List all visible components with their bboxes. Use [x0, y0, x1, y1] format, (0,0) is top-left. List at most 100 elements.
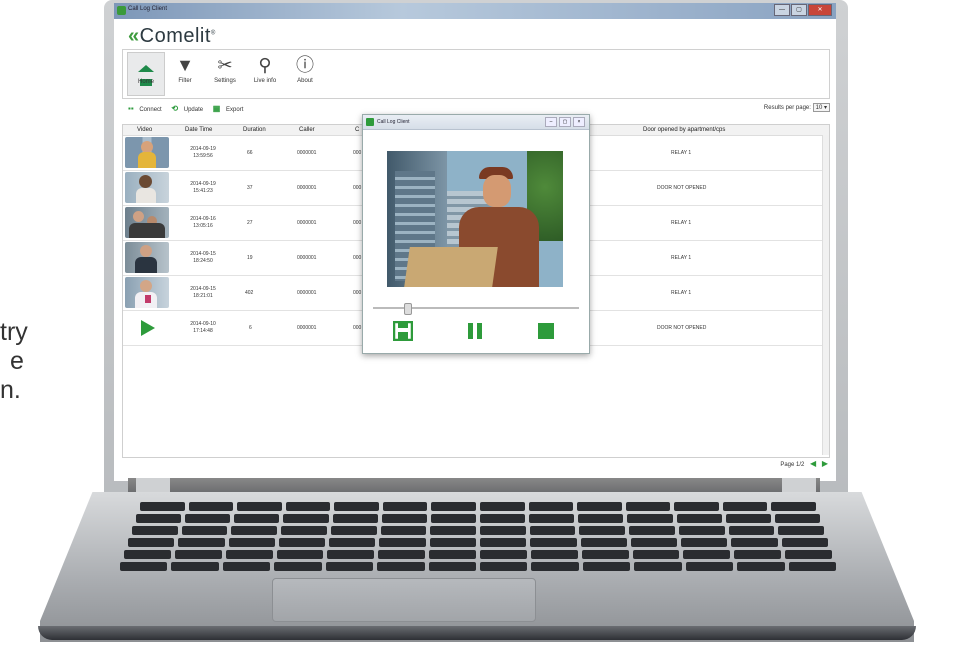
window-controls: — ▢ ✕ — [773, 4, 832, 16]
update-button[interactable]: ⟲ Update — [171, 104, 207, 113]
keyboard-key — [734, 550, 782, 559]
col-called[interactable]: C — [355, 127, 359, 133]
toolbar-settings-button[interactable]: ✂ Settings — [207, 52, 243, 94]
prev-page-arrow-icon[interactable]: ◀ — [810, 459, 816, 468]
toolbar-label: Live info — [253, 78, 277, 84]
play-icon — [141, 320, 155, 336]
keyboard-key — [430, 514, 476, 523]
keyboard-key — [283, 514, 329, 523]
keyboard-key — [278, 538, 326, 547]
keyboard-key — [334, 502, 379, 511]
popup-close-button[interactable]: × — [573, 117, 585, 127]
keyboard-key — [124, 550, 171, 559]
toolbar-live-info-button[interactable]: ⚲ Live info — [247, 52, 283, 94]
row-datetime: 2014-09-15 18:24:50 — [175, 251, 231, 265]
row-date: 2014-09-15 — [190, 286, 216, 292]
video-thumbnail[interactable] — [125, 172, 169, 203]
keyboard-key — [185, 514, 231, 523]
col-caller[interactable]: Caller — [299, 127, 315, 133]
main-toolbar: Home ▼ Filter ✂ Settings ⚲ Live info ⓘ A… — [122, 49, 830, 99]
minimize-button[interactable]: — — [774, 4, 790, 16]
row-time: 13:59:56 — [193, 153, 213, 159]
row-duration: 66 — [247, 150, 253, 156]
stop-button[interactable] — [537, 321, 555, 346]
save-video-button[interactable] — [392, 320, 414, 346]
keyboard-key — [678, 526, 725, 535]
video-thumbnail[interactable] — [125, 137, 169, 168]
keyboard-key — [382, 502, 428, 511]
window-title: Call Log Client — [128, 6, 168, 12]
keyboard-key — [630, 538, 678, 547]
video-thumbnail[interactable] — [125, 207, 169, 238]
toolbar-about-button[interactable]: ⓘ About — [287, 52, 323, 94]
keyboard-key — [529, 514, 575, 523]
col-door-opened[interactable]: Door opened by apartment/cps — [643, 127, 725, 133]
keyboard-key — [528, 502, 574, 511]
caption-line: try — [0, 318, 28, 346]
row-time: 18:21:01 — [193, 293, 213, 299]
keyboard-key — [128, 538, 175, 547]
keyboard-key — [381, 514, 427, 523]
toolbar-filter-button[interactable]: ▼ Filter — [167, 52, 203, 94]
keyboard-key — [480, 514, 526, 523]
video-frame — [387, 151, 563, 287]
keyboard-key — [429, 550, 476, 559]
row-duration: 19 — [247, 255, 253, 261]
keyboard-key — [731, 538, 778, 547]
results-per-page-select[interactable]: 10 ▾ — [812, 103, 830, 112]
laptop-trackpad — [272, 578, 536, 622]
keyboard-key — [228, 538, 275, 547]
connect-button[interactable]: ▪▪ Connect — [128, 104, 166, 113]
side-caption: try e n. — [0, 318, 28, 405]
row-datetime: 2014-09-15 18:21:01 — [175, 286, 231, 300]
logo-chevron-icon: « — [128, 25, 140, 47]
caption-line: e — [10, 347, 24, 375]
row-called: 000 — [353, 290, 362, 296]
keyboard-key — [379, 538, 426, 547]
keyboard-key — [332, 514, 378, 523]
video-play-button[interactable] — [125, 312, 169, 343]
pause-icon — [468, 323, 482, 339]
keyboard-key — [634, 562, 682, 571]
keyboard-key — [174, 550, 222, 559]
popup-titlebar: Call Log Client – ▢ × — [363, 115, 589, 130]
keyboard-key — [582, 562, 631, 571]
row-caller: 0000001 — [297, 325, 317, 331]
maximize-button[interactable]: ▢ — [791, 4, 807, 16]
next-page-arrow-icon[interactable]: ▶ — [822, 459, 828, 468]
close-button[interactable]: ✕ — [808, 4, 832, 16]
keyboard-key — [431, 502, 476, 511]
row-datetime: 2014-09-16 13:05:16 — [175, 216, 231, 230]
keyboard-key — [577, 502, 622, 511]
row-duration: 27 — [247, 220, 253, 226]
keyboard-key — [725, 514, 771, 523]
keyboard-key — [480, 562, 528, 571]
row-called: 000 — [353, 325, 362, 331]
popup-maximize-button[interactable]: ▢ — [559, 117, 571, 127]
keyboard-key — [781, 538, 828, 547]
row-date: 2014-09-10 — [190, 321, 216, 327]
keyboard-key — [327, 550, 375, 559]
keyboard-row — [118, 562, 838, 571]
col-video[interactable]: Video — [137, 127, 152, 133]
table-scrollbar[interactable] — [822, 135, 829, 455]
keyboard-key — [683, 550, 731, 559]
keyboard-key — [132, 526, 178, 535]
popup-minimize-button[interactable]: – — [545, 117, 557, 127]
video-thumbnail[interactable] — [125, 242, 169, 273]
video-thumbnail[interactable] — [125, 277, 169, 308]
keyboard-key — [330, 526, 377, 535]
keyboard-key — [120, 562, 168, 571]
connect-label: Connect — [139, 107, 162, 113]
export-button[interactable]: ▦ Export — [213, 104, 248, 113]
pause-button[interactable] — [467, 321, 483, 346]
laptop-keyboard — [118, 502, 838, 576]
keyboard-key — [480, 502, 525, 511]
keyboard-key — [480, 550, 527, 559]
col-datetime[interactable]: Date Time — [185, 127, 212, 133]
col-duration[interactable]: Duration — [243, 127, 266, 133]
playback-slider-handle[interactable] — [403, 303, 412, 315]
keyboard-key — [728, 526, 775, 535]
video-player-popup: Call Log Client – ▢ × — [362, 114, 590, 354]
toolbar-home-button[interactable]: Home — [127, 52, 165, 96]
